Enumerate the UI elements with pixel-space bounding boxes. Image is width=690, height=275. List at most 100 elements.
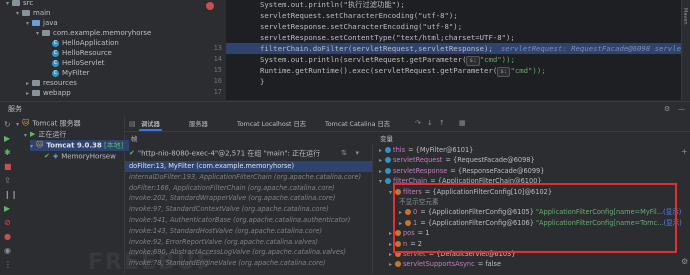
tab-server[interactable]: 服务器 bbox=[189, 119, 208, 128]
view-breakpoints-icon[interactable]: ● bbox=[4, 232, 11, 242]
code-line: filterChain.doFilter(servletRequest,serv… bbox=[226, 43, 690, 54]
check-icon: ✔ bbox=[44, 152, 50, 160]
variable-value: = {ResponseFacade@6099} bbox=[450, 166, 545, 175]
tab-localhost-log[interactable]: Tomcat Localhost 日志 bbox=[237, 119, 306, 128]
code-line: System.out.println(servletRequest.getPar… bbox=[260, 54, 515, 66]
tree-item-label: resources bbox=[43, 79, 77, 87]
variables-toolbar: + ⚙ bbox=[680, 143, 690, 274]
inline-value-hint: servletRequest: RequestFacade@6098 servl… bbox=[500, 44, 686, 53]
mute-breakpoints-icon[interactable]: ⊘ bbox=[4, 218, 11, 228]
tree-item[interactable]: ▸ webapp bbox=[26, 88, 71, 99]
folder-icon bbox=[32, 90, 40, 96]
parameter-icon bbox=[385, 147, 391, 153]
code-line: servletRequest.setCharacterEncoding("utf… bbox=[260, 10, 458, 21]
chevron-right-icon[interactable]: ▸ bbox=[389, 260, 395, 270]
resume-icon[interactable]: ▶ bbox=[4, 204, 10, 214]
stack-frame[interactable]: invoke:143, StandardHostValve (org.apach… bbox=[125, 226, 375, 237]
stack-frame[interactable]: invoke:97, StandardContextValve (org.apa… bbox=[125, 204, 375, 215]
tree-item-label: main bbox=[33, 9, 51, 17]
minimize-icon[interactable]: — bbox=[678, 105, 685, 113]
stack-frame[interactable]: doFilter:166, ApplicationFilterChain (or… bbox=[125, 183, 375, 194]
breakpoint-icon[interactable] bbox=[206, 2, 214, 10]
debug-icon[interactable]: ✱ bbox=[4, 148, 11, 158]
folder-icon bbox=[42, 30, 50, 36]
variable-value: = false bbox=[477, 260, 502, 269]
services-item-label: MemoryHorsew bbox=[61, 152, 116, 161]
code-line: servletResponse.setCharacterEncoding("ut… bbox=[260, 21, 462, 32]
services-item-label: 正在运行 bbox=[38, 130, 67, 139]
code-text: filterChain.doFilter(servletRequest,serv… bbox=[260, 44, 493, 53]
maven-side-tab[interactable]: Maven bbox=[681, 0, 690, 100]
variables-label: 变量 bbox=[380, 135, 393, 143]
tree-item-label: java bbox=[43, 19, 58, 27]
tree-item-label: HelloServlet bbox=[62, 59, 105, 67]
stack-frame[interactable]: invoke:92, ErrorReportValve (org.apache.… bbox=[125, 237, 375, 248]
services-title: 服务 bbox=[8, 105, 22, 113]
frames-header: 帧 bbox=[125, 132, 371, 143]
project-tree: ▾ src ▾ main ▾ java ▾ com.example.memoryhorse C H… bbox=[0, 0, 178, 100]
tree-item-label: HelloApplication bbox=[62, 39, 119, 47]
variable-name: servletSupportsAsync bbox=[403, 260, 475, 269]
tab-catalina-log[interactable]: Tomcat Catalina 日志 bbox=[325, 119, 390, 128]
folder-icon bbox=[22, 10, 30, 16]
variables-header: 变量 bbox=[378, 132, 678, 143]
services-item-artifact[interactable]: ✔ ◈ MemoryHorsew bbox=[44, 151, 116, 162]
tab-debugger[interactable]: 调试器 bbox=[139, 119, 162, 131]
code-editor[interactable]: System.out.println("执行过滤功能"); servletRequ… bbox=[226, 0, 690, 100]
thread-selector[interactable]: ✔ "http-nio-8080-exec-4"@2,571 在组 "main":… bbox=[125, 147, 371, 160]
settings-icon[interactable]: ⚙ bbox=[681, 257, 688, 267]
services-item-tomcat-server[interactable]: ▾ 🐱 Tomcat 服务器 bbox=[16, 118, 81, 129]
variable-name: servletResponse bbox=[393, 166, 448, 175]
chevron-down-icon[interactable]: ▾ bbox=[355, 147, 359, 160]
services-item-tomcat-instance[interactable]: ▾ 🐱 Tomcat 9.0.38 [本地] bbox=[30, 140, 130, 151]
parameter-icon bbox=[385, 178, 391, 185]
step-out-icon[interactable]: ↑ bbox=[439, 119, 445, 127]
line-number: 13 bbox=[213, 44, 222, 52]
code-text: "cmd")); bbox=[510, 66, 546, 75]
refresh-icon[interactable]: ↻ bbox=[4, 120, 11, 130]
editor-gutter: 13 14 15 16 17 bbox=[178, 0, 227, 100]
services-item-label: Tomcat 服务器 bbox=[32, 119, 81, 128]
stack-frame[interactable]: doFilter:13, MyFilter (com.example.memor… bbox=[125, 161, 375, 172]
pause-icon[interactable]: ❙❙ bbox=[4, 190, 17, 200]
code-line: servletResponse.setContentType("text/htm… bbox=[260, 32, 515, 43]
services-item-running[interactable]: ▾ ▶ 正在运行 bbox=[24, 129, 66, 140]
class-icon: C bbox=[52, 59, 59, 67]
line-number bbox=[178, 0, 222, 10]
stack-frame[interactable]: internalDoFilter:193, ApplicationFilterC… bbox=[125, 172, 375, 183]
line-number bbox=[178, 32, 222, 43]
code-text: System.out.println(servletRequest.getPar… bbox=[260, 55, 467, 64]
variable-row[interactable]: ▸ servletSupportsAsync = false bbox=[389, 259, 501, 269]
stack-frame[interactable]: invoke:202, StandardWrapperValve (org.ap… bbox=[125, 193, 375, 204]
add-watch-icon[interactable]: + bbox=[681, 147, 688, 157]
parameter-icon bbox=[385, 157, 391, 164]
code-text: Runtime.getRuntime().exec(servletRequest… bbox=[260, 66, 498, 75]
settings-icon[interactable]: ⚙ bbox=[664, 105, 670, 113]
stop-icon[interactable]: ■ bbox=[4, 162, 12, 172]
step-into-icon[interactable]: ↓ bbox=[427, 119, 433, 127]
code-line: } bbox=[260, 76, 264, 87]
variable-row[interactable]: ▸ this = {MyFilter@6101} bbox=[379, 145, 473, 155]
chevron-down-icon[interactable]: ▾ bbox=[379, 177, 385, 187]
step-over-icon[interactable]: ↷ bbox=[415, 119, 421, 127]
more-icon[interactable]: ⋮ bbox=[4, 260, 12, 270]
deploy-icon[interactable]: ⇪ bbox=[4, 176, 11, 186]
filter-icon[interactable]: ⇅ bbox=[341, 147, 347, 160]
camera-icon[interactable]: ◉ bbox=[4, 246, 11, 256]
maven-label: Maven bbox=[682, 8, 688, 25]
line-number: 15 bbox=[213, 66, 222, 74]
tree-item-label: com.example.memoryhorse bbox=[53, 29, 152, 37]
debugger-tabs: ▤ 调试器 服务器 Tomcat Localhost 日志 Tomcat Cat… bbox=[125, 116, 690, 132]
parameter-icon bbox=[385, 167, 391, 174]
variable-row[interactable]: ▸ servletResponse = {ResponseFacade@6099} bbox=[379, 166, 544, 176]
code-line: System.out.println("执行过滤功能"); bbox=[260, 0, 405, 10]
run-icon[interactable]: ▶ bbox=[4, 134, 10, 144]
folder-icon bbox=[32, 80, 40, 86]
variable-row[interactable]: ▸ servletRequest = {RequestFacade@6098} bbox=[379, 155, 535, 165]
tree-item-label: MyFilter bbox=[62, 69, 90, 77]
evaluate-icon[interactable]: ▦ bbox=[459, 119, 466, 127]
stack-frame[interactable]: invoke:541, AuthenticatorBase (org.apach… bbox=[125, 215, 375, 226]
variable-name: servletRequest bbox=[393, 156, 443, 165]
code-text: servletResponse.setCharacterEncoding("ut… bbox=[260, 22, 463, 31]
check-icon: ✔ bbox=[129, 149, 135, 157]
